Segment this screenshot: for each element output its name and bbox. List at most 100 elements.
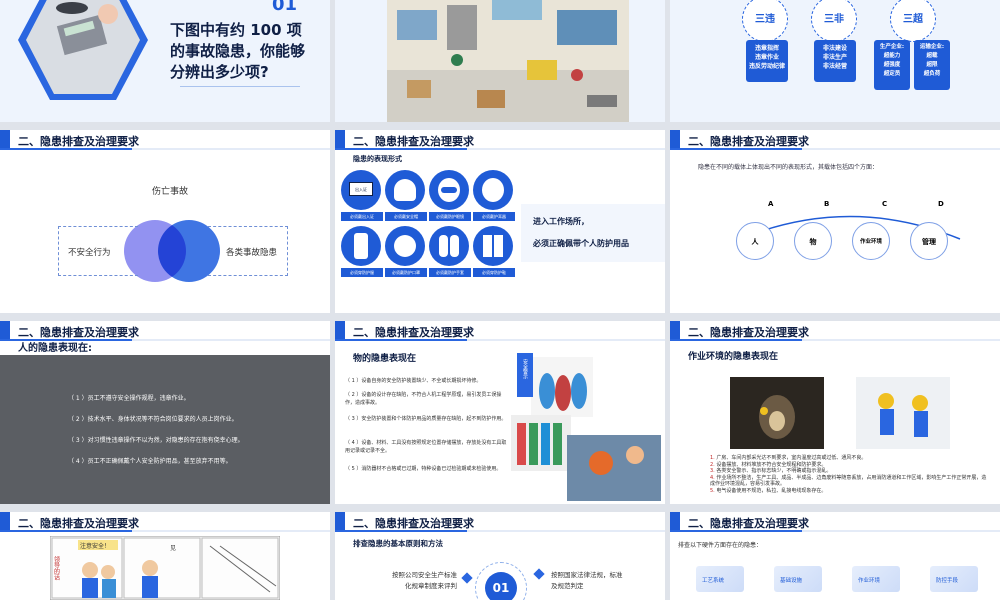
slide-1[interactable]: 01 下图中有约 100 项的事故隐患，你能够分辨出多少项? bbox=[0, 0, 330, 122]
sign-gloves: 必须戴防护手套 bbox=[429, 226, 471, 277]
carrier-person: 人 bbox=[736, 222, 774, 260]
carrier-management: 管理 bbox=[910, 222, 948, 260]
slide-title: 下图中有约 100 项的事故隐患，你能够分辨出多少项? bbox=[170, 21, 306, 81]
center-number: 01 bbox=[485, 572, 517, 600]
object-hazard-1: （ 1 ）设备自身的安全防护装置缺少、不全或长期损坏待修。 bbox=[345, 378, 482, 384]
box-transport: 运输企业: 超载 超限 超负荷 bbox=[914, 40, 950, 90]
sign-helmet: 必须戴安全帽 bbox=[385, 170, 427, 221]
slide-5[interactable]: 二、隐患排查及治理要求 隐患的表现形式 出入证 必须戴出入证 必须戴安全帽 必须… bbox=[335, 130, 665, 313]
subtitle: 人的隐患表现在: bbox=[18, 343, 92, 354]
subtitle: 作业环境的隐患表现在 bbox=[688, 352, 779, 362]
section-title: 二、隐患排查及治理要求 bbox=[18, 517, 139, 530]
object-hazard-5: （ 5 ）消防器材不合格或已过期，特种设备已过检验期或未检验使用。 bbox=[345, 466, 502, 472]
section-title: 二、隐患排查及治理要求 bbox=[353, 517, 474, 530]
san-chao-circle: 三超 bbox=[890, 0, 936, 42]
title-underline bbox=[180, 86, 300, 87]
slide-number: 01 bbox=[272, 0, 298, 15]
section-title: 二、隐患排查及治理要求 bbox=[688, 517, 809, 530]
section-title: 二、隐患排查及治理要求 bbox=[18, 135, 139, 148]
diamond-right-icon bbox=[533, 568, 545, 580]
object-hazard-3: （ 3 ）安全防护装置和个体防护用品的质量存在缺陷，起不到防护作用。 bbox=[345, 416, 507, 422]
boots-icon bbox=[483, 235, 492, 257]
subtitle: 隐患的表现形式 bbox=[353, 155, 402, 163]
letter-d: D bbox=[938, 200, 944, 208]
slide-8[interactable]: 二、隐患排查及治理要求 物的隐患表现在 （ 1 ）设备自身的安全防护装置缺少、不… bbox=[335, 321, 665, 504]
card-environment: 作业环境 bbox=[852, 566, 900, 592]
warning-sign-text: 安全警示 bbox=[522, 358, 528, 379]
slide-header: 二、隐患排查及治理要求 bbox=[670, 130, 1000, 150]
cartoon-comic: 注意安全！ 领导的话 见 bbox=[50, 536, 280, 600]
ppe-text-panel bbox=[521, 204, 665, 262]
person-hazard-1: （ 1 ）员工不遵守安全操作规程，违章作业。 bbox=[68, 395, 190, 402]
protective-suit-icon bbox=[354, 233, 368, 259]
ppe-text-line1: 进入工作场所， bbox=[533, 217, 589, 226]
letter-a: A bbox=[768, 200, 774, 208]
ppe-text-line2: 必须正确佩带个人防护用品 bbox=[533, 239, 629, 248]
san-fei-circle: 三非 bbox=[811, 0, 857, 42]
section-title: 二、隐患排查及治理要求 bbox=[688, 326, 809, 339]
env-hazard-list: 1. 广房、车间内部采光达不到要求，室内温度过高或过低、通风不良。 2. 设备摆… bbox=[710, 455, 990, 495]
slide-6[interactable]: 二、隐患排查及治理要求 隐患在不同的载体上体现出不同的表现形式，其载体包括四个方… bbox=[670, 130, 1000, 313]
slide-header: 二、隐患排查及治理要求 bbox=[335, 130, 665, 150]
card-process: 工艺系统 bbox=[696, 566, 744, 592]
object-hazard-2: （ 2 ）设备的设计存在缺陷，不符合人机工程学原理，易引发员工误操作，造成事故。 bbox=[345, 392, 502, 406]
carrier-object: 物 bbox=[794, 222, 832, 260]
slide-9[interactable]: 二、隐患排查及治理要求 作业环境的隐患表现在 1. 广房、车间内部采光达不到要求… bbox=[670, 321, 1000, 504]
slide-header: 二、隐患排查及治理要求 bbox=[670, 321, 1000, 341]
box-san-wei: 违章指挥 违章作业 违反劳动纪律 bbox=[746, 40, 788, 82]
section-title: 二、隐患排查及治理要求 bbox=[353, 326, 474, 339]
san-wei-circle: 三违 bbox=[742, 0, 788, 42]
venn-top-label: 伤亡事故 bbox=[152, 187, 189, 197]
sign-earmuff: 必须戴护耳器 bbox=[473, 170, 515, 221]
slide-10[interactable]: 二、隐患排查及治理要求 注意安全！ 领导的话 见 bbox=[0, 512, 330, 600]
slide-2[interactable] bbox=[335, 0, 665, 122]
hexagon-photo bbox=[18, 0, 148, 100]
caption-see: 见 bbox=[170, 545, 176, 552]
caption-attention: 注意安全！ bbox=[80, 542, 110, 550]
person-hazard-3: （ 3 ）对习惯性违章操作不以为然，对隐患的存在抱有侥幸心理。 bbox=[68, 437, 244, 444]
section-title: 二、隐患排查及治理要求 bbox=[688, 135, 809, 148]
slide-11[interactable]: 二、隐患排查及治理要求 排查隐患的基本原则和方法 按照公司安全生产标准化规章制度… bbox=[335, 512, 665, 600]
mask-icon bbox=[394, 235, 416, 257]
letter-b: B bbox=[824, 200, 830, 208]
earmuff-icon bbox=[482, 178, 504, 202]
slide-12[interactable]: 二、隐患排查及治理要求 排查以下硬件方面存在的隐患： 工艺系统 基础设施 作业环… bbox=[670, 512, 1000, 600]
slide-header: 二、隐患排查及治理要求 bbox=[0, 512, 330, 532]
box-san-fei: 非法建设 非法生产 非法经营 bbox=[814, 40, 856, 82]
letter-c: C bbox=[882, 200, 888, 208]
slide-header: 二、隐患排查及治理要求 bbox=[335, 512, 665, 532]
slide-header: 二、隐患排查及治理要求 bbox=[0, 130, 330, 150]
sign-mask: 必须戴防护口罩 bbox=[385, 226, 427, 277]
env-hazard-4: 4. 作业场所不整洁，生产工具、成品、半成品、边角废料等随意丢放，占用消防通道和… bbox=[710, 474, 987, 488]
slide-3[interactable]: 三违 三非 三超 违章指挥 违章作业 违反劳动纪律 非法建设 非法生产 非法经营… bbox=[670, 0, 1000, 122]
dark-panel bbox=[0, 355, 330, 504]
pass-card-icon: 出入证 bbox=[349, 182, 373, 196]
slide-header: 二、隐患排查及治理要求 bbox=[0, 321, 330, 341]
diamond-left-icon bbox=[461, 572, 473, 584]
object-hazard-4: （ 4 ）设备、材料、工具没有按照规定位置存储摆放，存放处没有工具取用记录或记录… bbox=[345, 440, 507, 454]
carrier-environment: 作业环境 bbox=[852, 222, 890, 260]
subtitle: 排查隐患的基本原则和方法 bbox=[353, 539, 443, 548]
venn-right-label: 各类事故隐患 bbox=[226, 248, 278, 258]
env-hazard-3: 3. 各类安全警示、指示标志缺少，不明确或指示混乱。 bbox=[710, 468, 832, 475]
person-hazard-4: （ 4 ）员工不正确佩戴个人安全防护用品，甚至放弃不用等。 bbox=[68, 458, 232, 465]
principle-left: 按照公司安全生产标准化规章制度来评判 bbox=[392, 571, 457, 590]
slide-4[interactable]: 二、隐患排查及治理要求 伤亡事故 不安全行为 各类事故隐患 bbox=[0, 130, 330, 313]
slide-7[interactable]: 二、隐患排查及治理要求 人的隐患表现在: （ 1 ）员工不遵守安全操作规程，违章… bbox=[0, 321, 330, 504]
person-hazard-2: （ 2 ）技术水平、身体状况等不符合岗位要求的人员上岗作业。 bbox=[68, 416, 238, 423]
helmet-icon bbox=[394, 179, 416, 201]
slide-header: 二、隐患排查及治理要求 bbox=[670, 512, 1000, 532]
subtitle: 物的隐患表现在 bbox=[353, 354, 417, 364]
card-control: 防控手段 bbox=[930, 566, 978, 592]
sign-suit: 必须穿防护服 bbox=[341, 226, 383, 277]
venn-left-label: 不安全行为 bbox=[68, 248, 111, 258]
section-title: 二、隐患排查及治理要求 bbox=[353, 135, 474, 148]
gas-cylinders-image: 安全警示 bbox=[511, 353, 661, 501]
intro-text: 排查以下硬件方面存在的隐患： bbox=[678, 542, 763, 549]
slide-header: 二、隐患排查及治理要求 bbox=[335, 321, 665, 341]
env-hazard-1: 1. 广房、车间内部采光达不到要求，室内温度过高或过低、通风不良。 bbox=[710, 455, 867, 461]
tunnel-image bbox=[730, 377, 824, 449]
card-infrastructure: 基础设施 bbox=[774, 566, 822, 592]
sign-goggles: 必须戴防护眼镜 bbox=[429, 170, 471, 221]
sign-boots: 必须穿防护鞋 bbox=[473, 226, 515, 277]
